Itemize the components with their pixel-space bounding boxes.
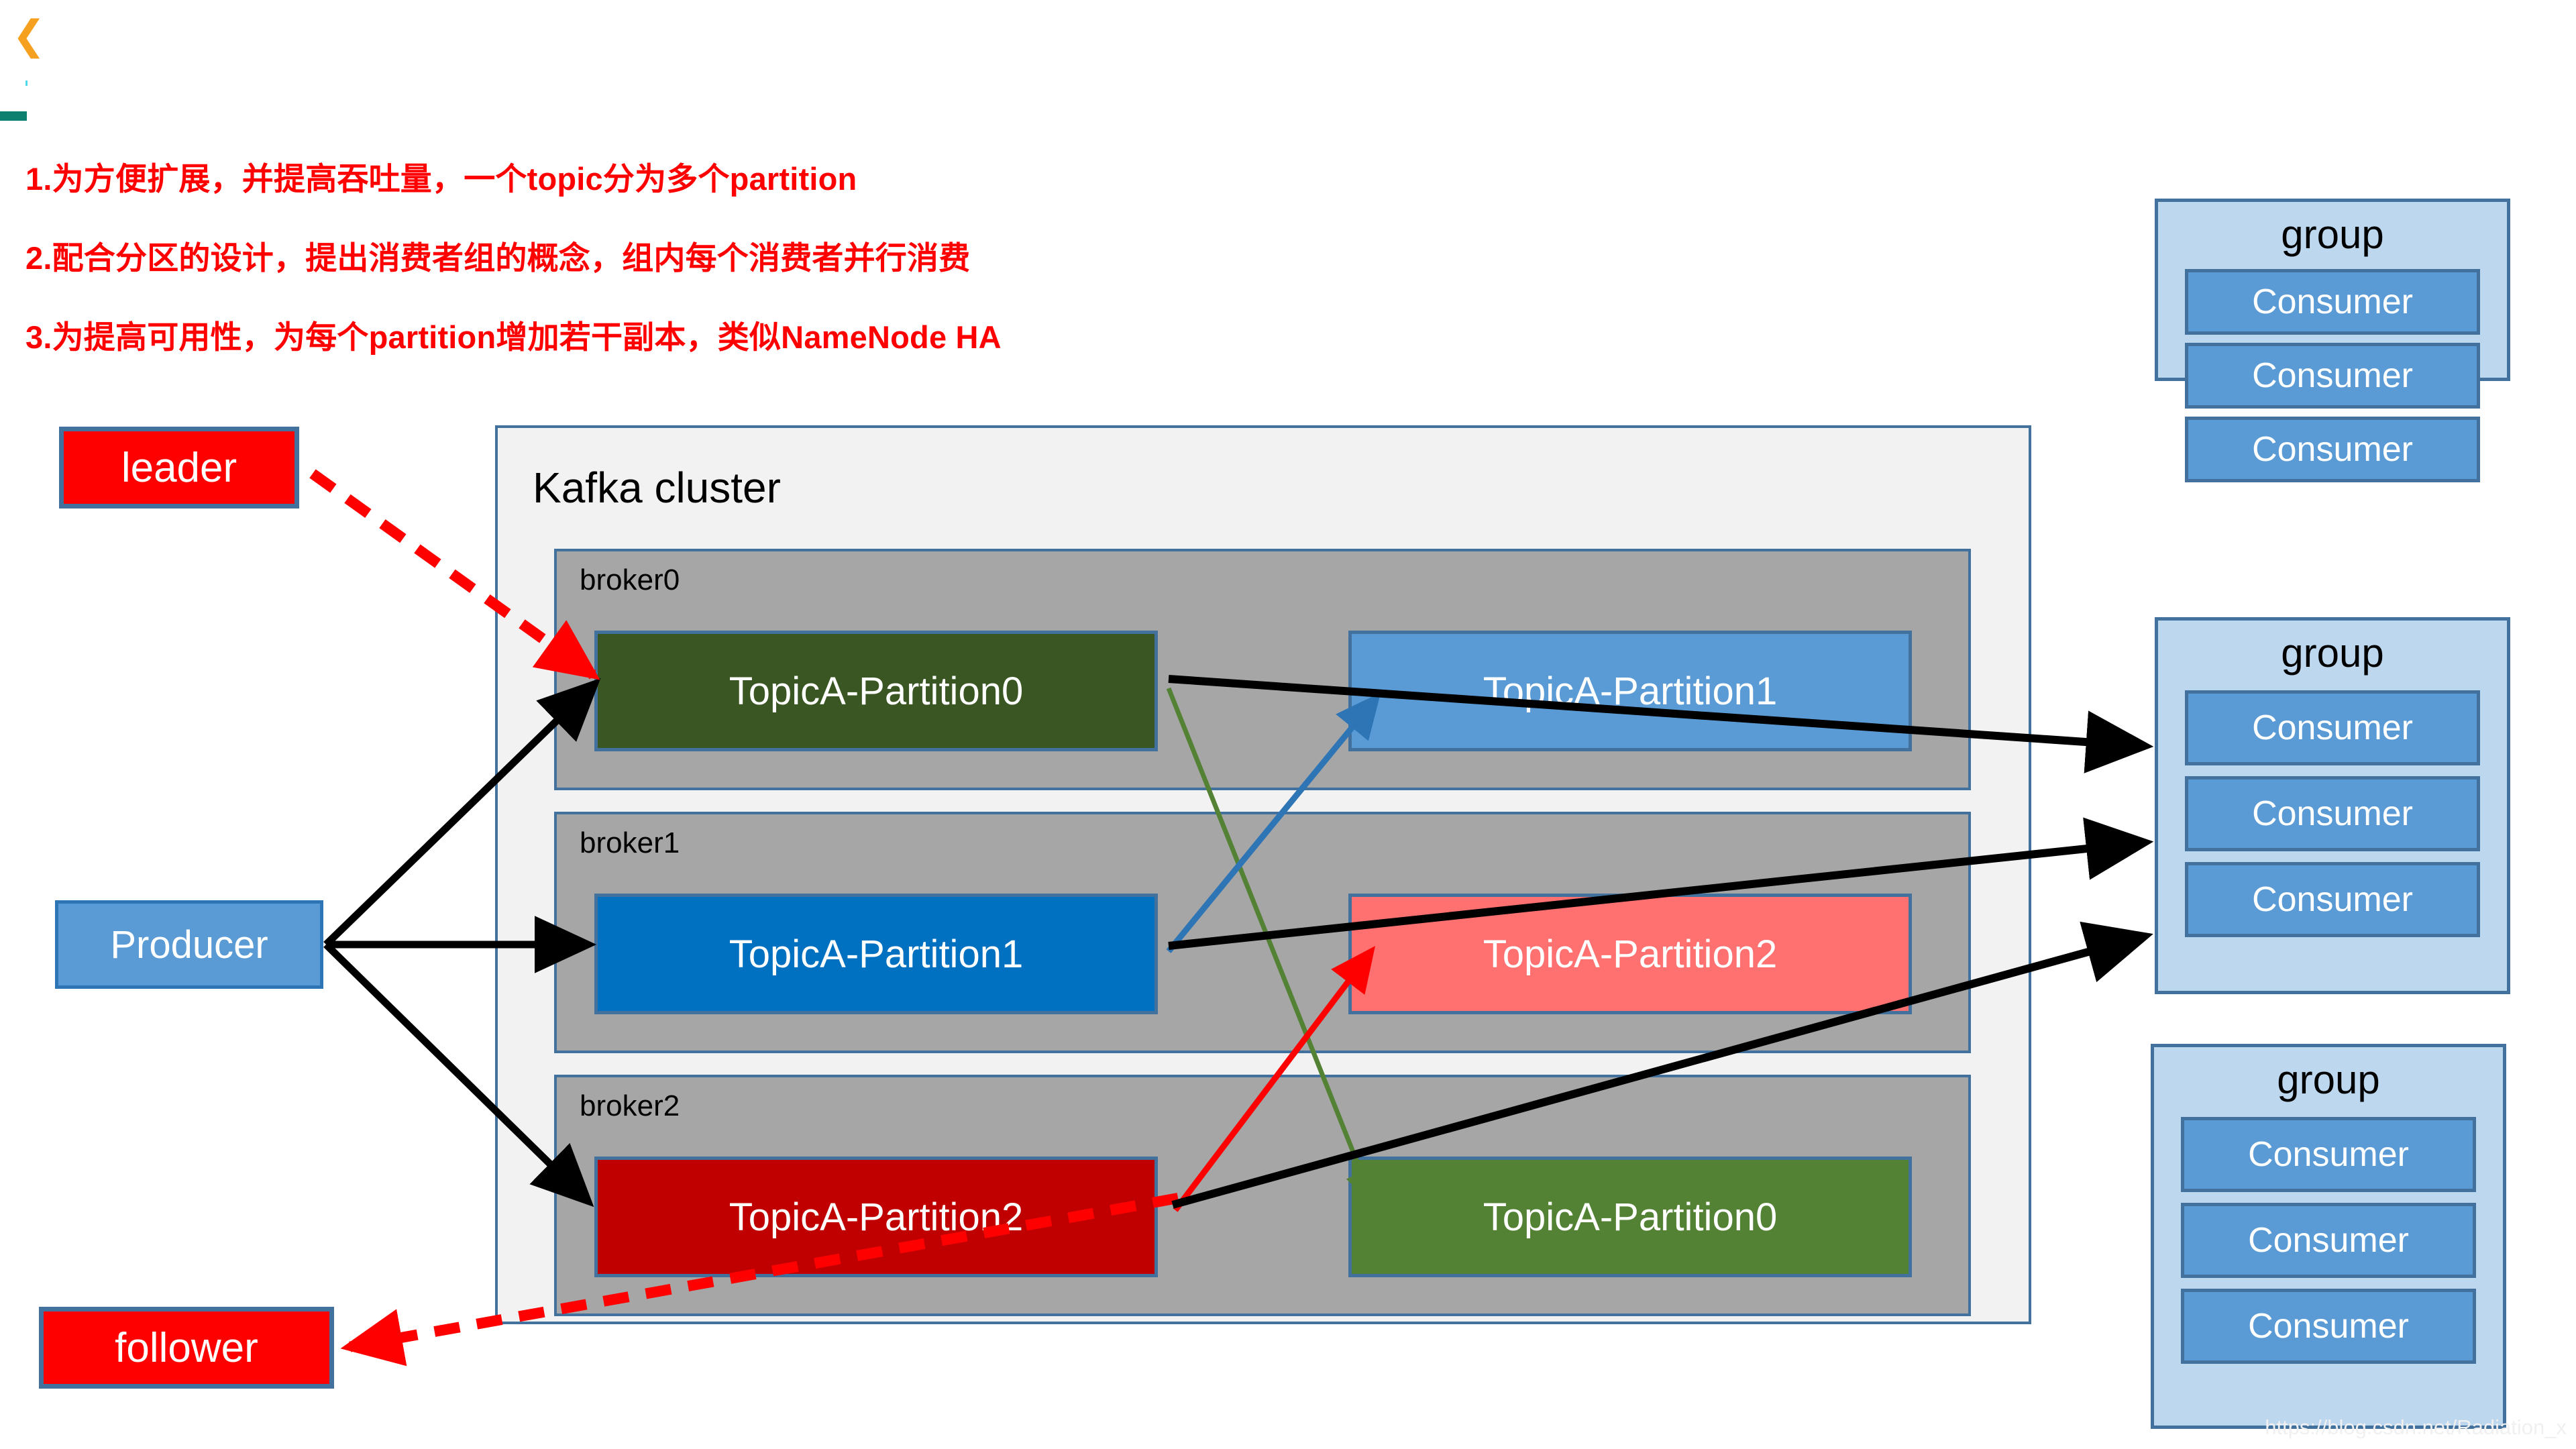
note-line-2: 2.配合分区的设计，提出消费者组的概念，组内每个消费者并行消费 [25, 240, 971, 276]
consumer-group-0: group Consumer Consumer Consumer [2155, 199, 2510, 482]
kafka-cluster-container: Kafka cluster broker0 TopicA-Partition0 … [495, 425, 2031, 1324]
broker-panel-2: broker2 TopicA-Partition2 TopicA-Partiti… [554, 1075, 1971, 1316]
group-title-2: group [2277, 1057, 2380, 1102]
broker-panel-0: broker0 TopicA-Partition0 TopicA-Partiti… [554, 549, 1971, 790]
consumer-node: Consumer [2181, 1203, 2476, 1278]
broker-label-2: broker2 [580, 1089, 680, 1122]
group-title-1: group [2281, 631, 2384, 676]
note-line-1: 1.为方便扩展，并提高吞吐量，一个topic分为多个partition [25, 161, 857, 197]
watermark: https://blog.csdn.net/Radiation_x [2265, 1415, 2567, 1439]
group-title-0: group [2281, 212, 2384, 257]
broker-label-0: broker0 [580, 564, 680, 596]
producer-node: Producer [55, 900, 323, 989]
note-line-3: 3.为提高可用性，为每个partition增加若干副本，类似NameNode H… [25, 319, 1002, 355]
back-chevron-icon[interactable]: ❮ [12, 15, 46, 56]
partition-b1-follower: TopicA-Partition2 [1348, 894, 1912, 1014]
follower-callout: follower [39, 1307, 334, 1389]
notes-block: 1.为方便扩展，并提高吞吐量，一个topic分为多个partition 2.配合… [25, 140, 1568, 377]
consumer-node: Consumer [2185, 776, 2480, 851]
kafka-cluster-title: Kafka cluster [533, 464, 781, 512]
consumer-group-1: group Consumer Consumer Consumer [2155, 617, 2510, 994]
partition-b1-leader: TopicA-Partition1 [594, 894, 1158, 1014]
consumer-node: Consumer [2185, 862, 2480, 937]
partition-b2-leader: TopicA-Partition2 [594, 1157, 1158, 1277]
consumer-node: Consumer [2181, 1117, 2476, 1192]
leader-callout: leader [59, 427, 299, 508]
consumer-node: Consumer [2185, 343, 2480, 409]
partition-b0-follower: TopicA-Partition1 [1348, 631, 1912, 751]
partition-b0-leader: TopicA-Partition0 [594, 631, 1158, 751]
cyan-tick-mark [25, 80, 28, 86]
partition-b2-follower: TopicA-Partition0 [1348, 1157, 1912, 1277]
consumer-node: Consumer [2181, 1289, 2476, 1364]
consumer-node: Consumer [2185, 417, 2480, 482]
left-accent-bar [0, 111, 27, 121]
broker-panel-1: broker1 TopicA-Partition1 TopicA-Partiti… [554, 812, 1971, 1053]
consumer-node: Consumer [2185, 269, 2480, 335]
consumer-node: Consumer [2185, 690, 2480, 765]
consumer-group-2: group Consumer Consumer Consumer [2151, 1044, 2506, 1429]
broker-label-1: broker1 [580, 826, 680, 859]
